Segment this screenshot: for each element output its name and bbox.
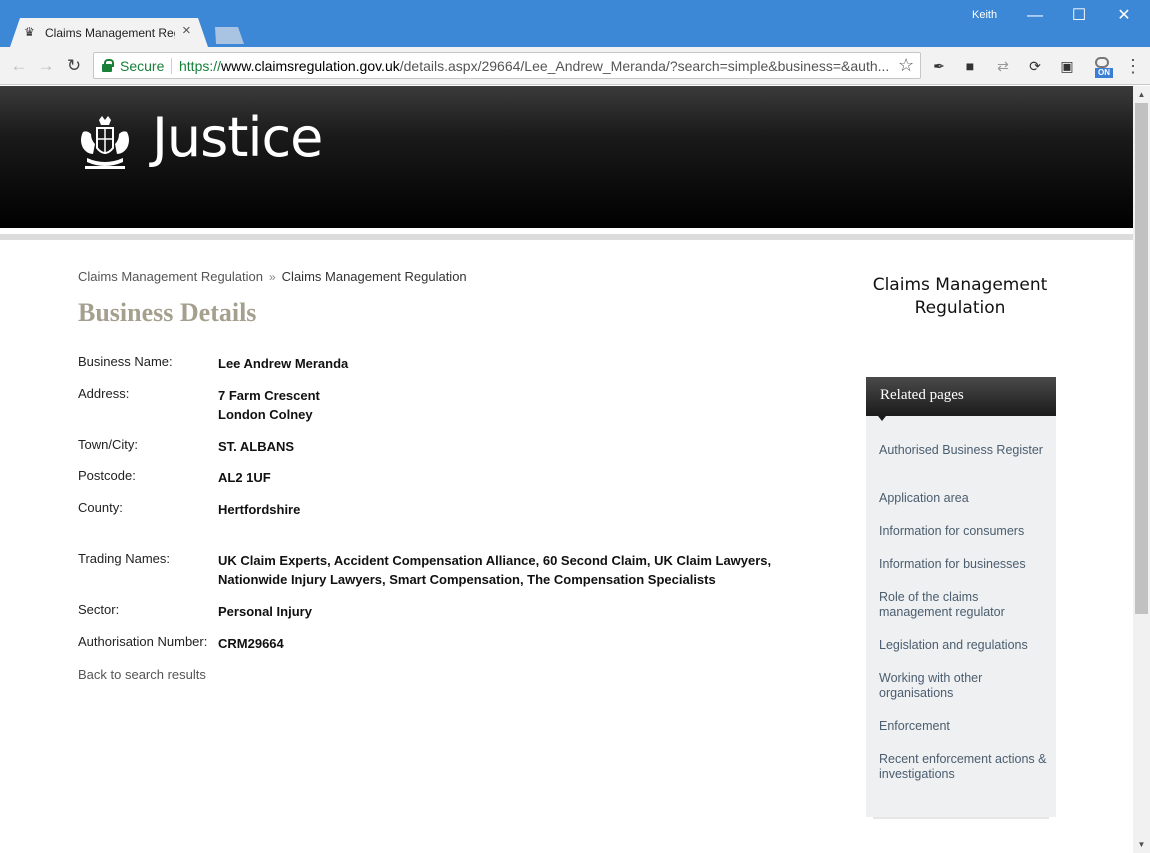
detail-value: Personal Injury	[218, 604, 312, 619]
address-line-2: London Colney	[218, 407, 313, 422]
related-link-information-for-businesses[interactable]: Information for businesses	[879, 557, 1049, 572]
trading-names-line-1: UK Claim Experts, Accident Compensation …	[218, 553, 772, 568]
lock-icon	[102, 59, 114, 72]
extension-sync-icon[interactable]: ⇄	[994, 57, 1012, 75]
maximize-icon[interactable]: ☐	[1057, 2, 1101, 30]
breadcrumb-link-home[interactable]: Claims Management Regulation	[78, 269, 263, 284]
omnibox-divider	[171, 58, 172, 74]
back-to-search-results-link[interactable]: Back to search results	[78, 667, 206, 682]
browser-tab[interactable]: ♛ Claims Management Regulation ×	[10, 18, 208, 47]
related-link-working-with-other-organisations[interactable]: Working with other organisations	[879, 671, 1049, 701]
breadcrumb-current: Claims Management Regulation	[281, 269, 467, 284]
detail-label: Town/City:	[78, 437, 138, 452]
related-pages-heading: Related pages	[866, 377, 1056, 421]
header-divider	[0, 234, 1133, 240]
detail-label: County:	[78, 500, 123, 515]
extension-pen-icon[interactable]: ✒	[930, 57, 948, 75]
address-bar[interactable]: Secure https://www.claimsregulation.gov.…	[93, 52, 921, 79]
url-protocol: https://	[179, 58, 222, 74]
detail-value: ST. ALBANS	[218, 439, 295, 454]
related-link-information-for-consumers[interactable]: Information for consumers	[879, 524, 1049, 539]
tab-close-icon[interactable]: ×	[182, 23, 191, 39]
url-host: www.claimsregulation.gov.uk	[221, 58, 400, 74]
scrollbar-thumb[interactable]	[1135, 103, 1148, 614]
related-link-recent-enforcement-actions[interactable]: Recent enforcement actions & investigati…	[879, 752, 1049, 782]
back-arrow-icon[interactable]: ←	[8, 55, 30, 77]
forward-arrow-icon[interactable]: →	[35, 55, 57, 77]
new-tab-button[interactable]	[215, 27, 244, 44]
related-pages-heading-text: Related pages	[880, 387, 964, 403]
detail-value: Lee Andrew Meranda	[218, 356, 349, 371]
bookmark-star-icon[interactable]: ☆	[898, 55, 914, 76]
detail-label: Business Name:	[78, 354, 173, 369]
profile-user-label[interactable]: Keith	[972, 9, 997, 21]
reload-icon[interactable]: ↻	[63, 55, 85, 77]
cmr-logo[interactable]: Claims Management Regulation	[870, 274, 1050, 320]
scroll-down-arrow-icon[interactable]: ▼	[1133, 836, 1150, 853]
tab-title: Claims Management Regulation	[45, 26, 175, 40]
detail-label: Trading Names:	[78, 551, 170, 566]
detail-label: Sector:	[78, 602, 120, 617]
detail-label: Authorisation Number:	[78, 634, 208, 649]
secure-label: Secure	[120, 58, 165, 74]
crest-favicon-icon: ♛	[24, 25, 35, 39]
site-header-banner: Justice	[0, 86, 1133, 228]
extension-box-icon[interactable]: ▣	[1058, 57, 1076, 75]
detail-label: Postcode:	[78, 468, 136, 483]
detail-value: UK Claim Experts, Accident Compensation …	[218, 551, 798, 589]
detail-value: AL2 1UF	[218, 470, 271, 485]
extension-refresh-icon[interactable]: ⟳	[1026, 57, 1044, 75]
address-line-1: 7 Farm Crescent	[218, 388, 320, 403]
page-viewport: Justice Claims Management Regulation» Cla…	[0, 86, 1133, 853]
royal-coat-of-arms-icon	[81, 116, 129, 169]
page-title: Business Details	[78, 298, 257, 327]
detail-value: Hertfordshire	[218, 502, 301, 517]
url-text[interactable]: https://www.claimsregulation.gov.uk/deta…	[179, 58, 891, 74]
page-scrollbar[interactable]: ▲ ▼	[1133, 86, 1150, 853]
detail-value: CRM29664	[218, 636, 284, 651]
justice-brand-title[interactable]: Justice	[152, 106, 323, 169]
browser-toolbar: ← → ↻ Secure https://www.claimsregulatio…	[0, 47, 1150, 85]
related-link-authorised-business-register[interactable]: Authorised Business Register	[879, 443, 1049, 458]
related-link-enforcement[interactable]: Enforcement	[879, 719, 1049, 734]
breadcrumb-separator: »	[268, 270, 276, 284]
trading-names-line-2: Nationwide Injury Lawyers, Smart Compens…	[218, 572, 716, 587]
close-window-icon[interactable]: ✕	[1102, 2, 1146, 30]
browser-menu-icon[interactable]: ⋮	[1124, 55, 1142, 77]
related-pages-panel: Related pages Authorised Business Regist…	[866, 377, 1056, 817]
browser-title-bar: ♛ Claims Management Regulation × Keith —…	[0, 0, 1150, 47]
related-link-application-area[interactable]: Application area	[879, 491, 1049, 506]
related-panel-footer-line	[873, 817, 1049, 819]
minimize-icon[interactable]: —	[1013, 2, 1057, 30]
scroll-up-arrow-icon[interactable]: ▲	[1133, 86, 1150, 103]
extension-mask-icon[interactable]: ■	[961, 57, 979, 75]
related-link-role-of-regulator[interactable]: Role of the claims management regulator	[879, 590, 1049, 620]
breadcrumb: Claims Management Regulation » Claims Mana…	[78, 269, 467, 284]
detail-value: 7 Farm Crescent London Colney	[218, 386, 798, 424]
detail-label: Address:	[78, 386, 130, 401]
extension-on-icon[interactable]: ON	[1093, 57, 1113, 79]
url-path: /details.aspx/29664/Lee_Andrew_Meranda/?…	[399, 58, 890, 74]
related-link-legislation-and-regulations[interactable]: Legislation and regulations	[879, 638, 1049, 653]
